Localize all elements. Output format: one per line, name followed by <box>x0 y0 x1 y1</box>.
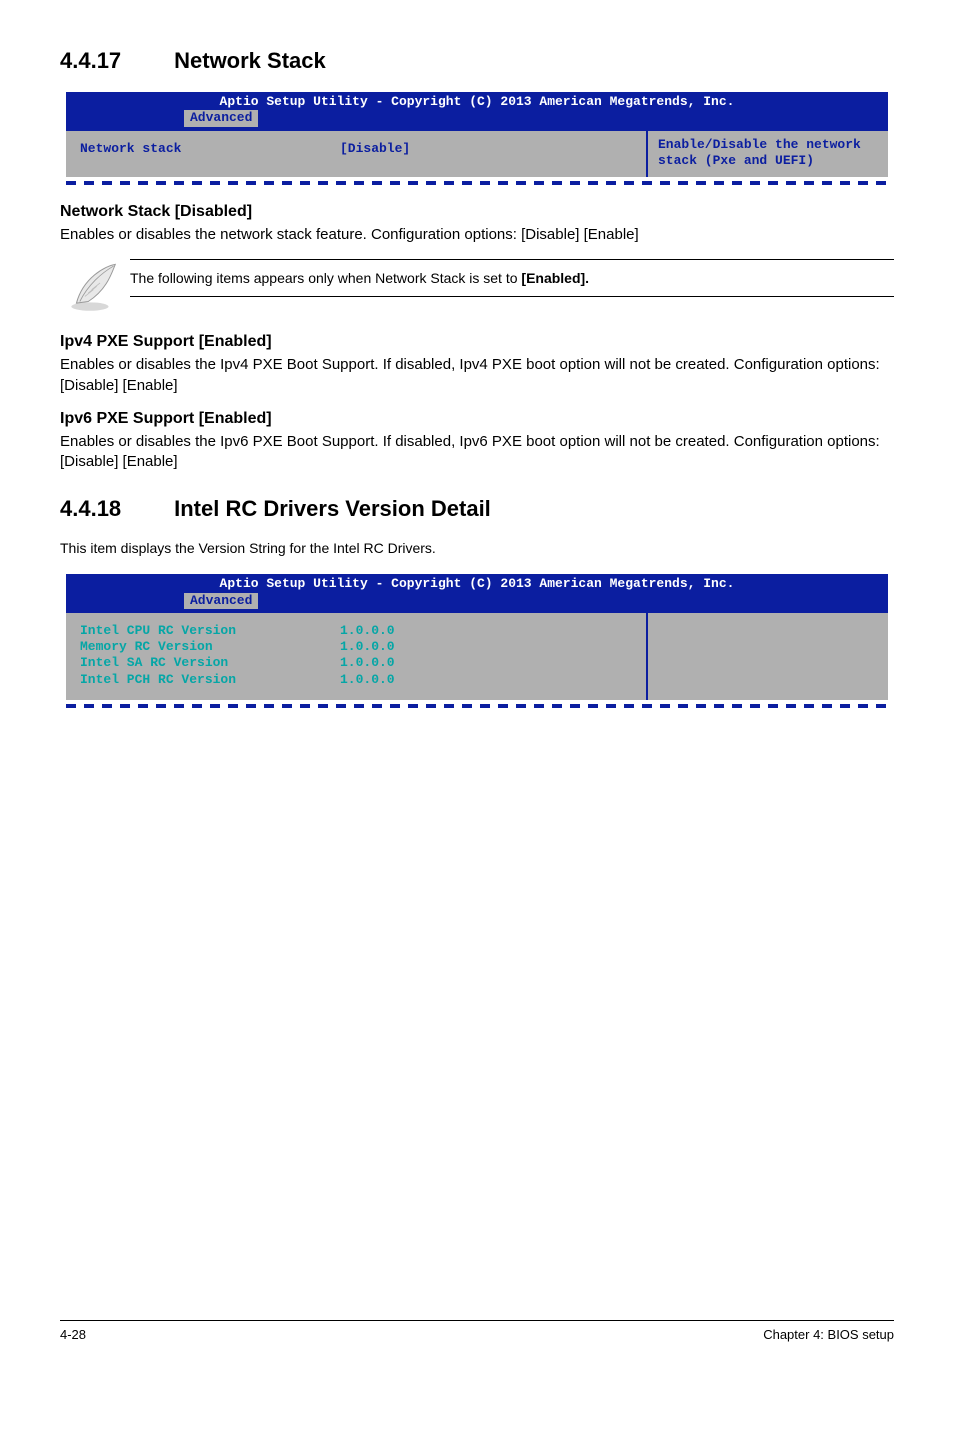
bios-setting-label: Intel CPU RC Version <box>80 623 340 639</box>
page-number: 4-28 <box>60 1327 86 1342</box>
bios-setting-row: Intel PCH RC Version 1.0.0.0 <box>80 672 632 688</box>
subheading-network-stack-disabled: Network Stack [Disabled] <box>60 203 894 221</box>
bios-tab-row: Advanced <box>66 593 888 613</box>
bios-setting-value: 1.0.0.0 <box>340 655 395 671</box>
chapter-title: Chapter 4: BIOS setup <box>763 1327 894 1342</box>
bios-title-bar: Aptio Setup Utility - Copyright (C) 2013… <box>66 574 888 592</box>
bios-setting-value: 1.0.0.0 <box>340 623 395 639</box>
bios-setting-row: Intel SA RC Version 1.0.0.0 <box>80 655 632 671</box>
subheading-ipv4-pxe: Ipv4 PXE Support [Enabled] <box>60 333 894 351</box>
subheading-ipv6-pxe: Ipv6 PXE Support [Enabled] <box>60 410 894 428</box>
bios-screenshot-rc-drivers: Aptio Setup Utility - Copyright (C) 2013… <box>66 574 888 700</box>
bios-setting-value: [Disable] <box>340 141 410 157</box>
bios-setting-label: Network stack <box>80 141 340 157</box>
bios-help-pane <box>646 613 888 700</box>
feather-note-icon <box>60 259 130 317</box>
section-title: Network Stack <box>174 48 326 73</box>
bios-setting-label: Intel SA RC Version <box>80 655 340 671</box>
bios-setting-label: Memory RC Version <box>80 639 340 655</box>
note-block: The following items appears only when Ne… <box>60 259 894 317</box>
body-text: Enables or disables the Ipv4 PXE Boot Su… <box>60 355 894 396</box>
bios-setting-row: Intel CPU RC Version 1.0.0.0 <box>80 623 632 639</box>
bios-settings-pane: Network stack [Disable] <box>66 131 646 178</box>
dashed-divider <box>66 181 888 185</box>
note-text-prefix: The following items appears only when Ne… <box>130 270 521 286</box>
bios-tab-advanced: Advanced <box>184 593 258 609</box>
section-heading-4-4-18: 4.4.18 Intel RC Drivers Version Detail <box>60 496 894 522</box>
bios-setting-row: Memory RC Version 1.0.0.0 <box>80 639 632 655</box>
section-heading-4-4-17: 4.4.17 Network Stack <box>60 48 894 74</box>
bios-tab-row: Advanced <box>66 110 888 130</box>
bios-help-pane: Enable/Disable the network stack (Pxe an… <box>646 131 888 178</box>
note-text: The following items appears only when Ne… <box>130 259 894 297</box>
dashed-divider <box>66 704 888 708</box>
body-text: Enables or disables the network stack fe… <box>60 225 894 245</box>
page-footer: 4-28 Chapter 4: BIOS setup <box>60 1320 894 1342</box>
bios-screenshot-network-stack: Aptio Setup Utility - Copyright (C) 2013… <box>66 92 888 177</box>
section-title: Intel RC Drivers Version Detail <box>174 496 491 521</box>
body-text: Enables or disables the Ipv6 PXE Boot Su… <box>60 432 894 473</box>
bios-setting-value: 1.0.0.0 <box>340 672 395 688</box>
section-number: 4.4.17 <box>60 48 168 74</box>
body-text: This item displays the Version String fo… <box>60 540 894 556</box>
bios-setting-label: Intel PCH RC Version <box>80 672 340 688</box>
section-number: 4.4.18 <box>60 496 168 522</box>
bios-setting-value: 1.0.0.0 <box>340 639 395 655</box>
bios-title-bar: Aptio Setup Utility - Copyright (C) 2013… <box>66 92 888 110</box>
bios-tab-advanced: Advanced <box>184 110 258 126</box>
bios-setting-row: Network stack [Disable] <box>80 141 632 157</box>
note-text-bold: [Enabled]. <box>521 270 589 286</box>
bios-settings-pane: Intel CPU RC Version 1.0.0.0 Memory RC V… <box>66 613 646 700</box>
